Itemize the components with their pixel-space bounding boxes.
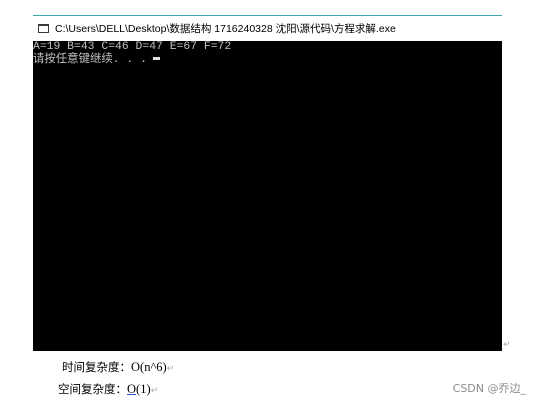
space-complexity-value-rest: (1) (136, 382, 151, 396)
space-complexity-line: 空间复杂度：O(1)↵ (58, 381, 158, 397)
console-output[interactable]: A=19 B=43 C=46 D=47 E=67 F=72 请按任意键继续. .… (33, 41, 502, 351)
console-window-icon (38, 24, 49, 33)
console-window[interactable]: C:\Users\DELL\Desktop\数据结构 1716240328 沈阳… (33, 16, 502, 351)
space-complexity-value-o: O (127, 382, 137, 396)
time-complexity-value: O(n^6) (131, 360, 167, 374)
time-complexity-label: 时间复杂度： (62, 360, 131, 374)
console-line-result: A=19 B=43 C=46 D=47 E=67 F=72 (33, 41, 232, 53)
window-titlebar[interactable]: C:\Users\DELL\Desktop\数据结构 1716240328 沈阳… (33, 16, 502, 41)
paragraph-mark-icon: ↵ (150, 386, 159, 396)
page: C:\Users\DELL\Desktop\数据结构 1716240328 沈阳… (0, 0, 540, 405)
console-prompt-text: 请按任意键继续. . . (33, 54, 147, 66)
window-title: C:\Users\DELL\Desktop\数据结构 1716240328 沈阳… (55, 23, 396, 35)
time-complexity-line: 时间复杂度：O(n^6)↵ (62, 359, 174, 375)
paragraph-mark-icon: ↵ (503, 340, 511, 350)
console-line-prompt: 请按任意键继续. . . (33, 54, 502, 67)
paragraph-mark-icon: ↵ (166, 364, 175, 374)
text-cursor (152, 57, 160, 60)
space-complexity-label: 空间复杂度： (58, 382, 127, 396)
csdn-watermark: CSDN @乔边_ (452, 382, 526, 395)
